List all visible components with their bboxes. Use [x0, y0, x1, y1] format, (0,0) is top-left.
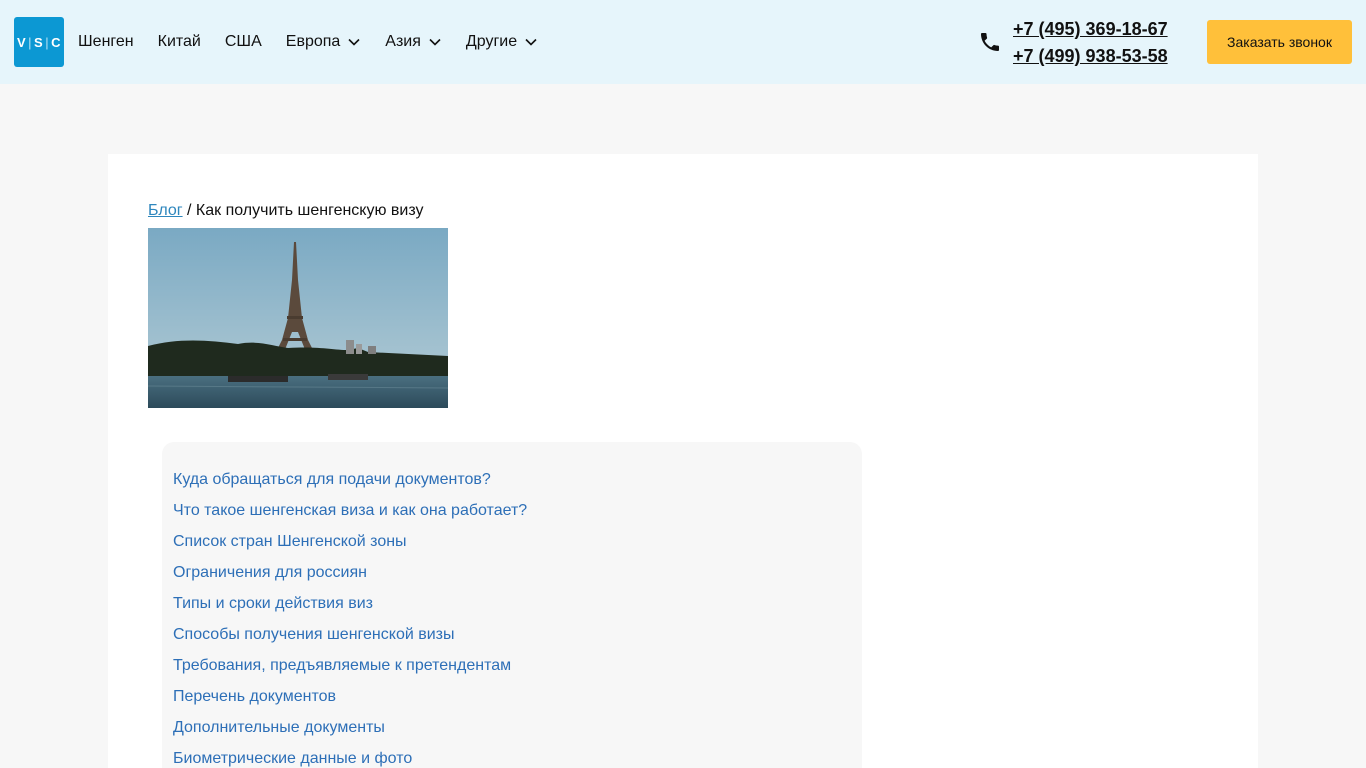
table-of-contents: Куда обращаться для подачи документов? Ч…: [162, 442, 862, 768]
nav-item-label: Европа: [285, 33, 341, 50]
breadcrumb: Блог / Как получить шенгенскую визу: [148, 202, 424, 220]
content-card: Блог / Как получить шенгенскую визу Куда…: [108, 154, 1258, 768]
logo-divider: |: [45, 34, 50, 50]
toc-item[interactable]: Список стран Шенгенской зоны: [173, 526, 862, 557]
logo-letter-v: V: [16, 34, 27, 50]
nav-item-asia[interactable]: Азия: [385, 33, 442, 51]
nav-item-label: США: [224, 33, 262, 50]
main-nav: Шенген Китай США Европа Азия Другие: [78, 0, 562, 84]
phone-numbers: +7 (495) 369-18-67 +7 (499) 938-53-58: [1013, 16, 1168, 70]
phone-link-1[interactable]: +7 (495) 369-18-67: [1013, 16, 1168, 43]
nav-item-label: Другие: [465, 33, 518, 50]
toc-item[interactable]: Перечень документов: [173, 681, 862, 712]
toc-item[interactable]: Способы получения шенгенской визы: [173, 619, 862, 650]
nav-item-label: Азия: [385, 33, 421, 50]
phone-icon: [981, 33, 999, 51]
chevron-down-icon: [429, 38, 441, 46]
toc-item[interactable]: Ограничения для россиян: [173, 557, 862, 588]
site-logo[interactable]: V | S | C: [14, 17, 64, 67]
toc-item[interactable]: Куда обращаться для подачи документов?: [173, 464, 862, 495]
phone-link-2[interactable]: +7 (499) 938-53-58: [1013, 43, 1168, 70]
nav-item-label: Китай: [157, 33, 201, 50]
breadcrumb-current: Как получить шенгенскую визу: [195, 202, 424, 219]
nav-item-other[interactable]: Другие: [466, 33, 538, 51]
breadcrumb-separator: /: [182, 202, 196, 219]
chevron-down-icon: [348, 38, 360, 46]
toc-item[interactable]: Требования, предъявляемые к претендентам: [173, 650, 862, 681]
toc-item[interactable]: Дополнительные документы: [173, 712, 862, 743]
logo-divider: |: [28, 34, 33, 50]
site-header: V | S | C Шенген Китай США Европа Азия Други…: [0, 0, 1366, 84]
nav-item-europe[interactable]: Европа: [286, 33, 362, 51]
nav-item-schengen[interactable]: Шенген: [78, 33, 134, 51]
logo-letter-s: S: [34, 34, 44, 50]
nav-item-china[interactable]: Китай: [158, 33, 201, 51]
callback-button[interactable]: Заказать звонок: [1207, 20, 1352, 64]
breadcrumb-blog-link[interactable]: Блог: [148, 202, 183, 219]
toc-item[interactable]: Биометрические данные и фото: [173, 743, 862, 768]
logo-letter-c: C: [51, 34, 61, 50]
toc-item[interactable]: Что такое шенгенская виза и как она рабо…: [173, 495, 862, 526]
toc-item[interactable]: Типы и сроки действия виз: [173, 588, 862, 619]
chevron-down-icon: [525, 38, 537, 46]
eiffel-tower-image: [148, 228, 448, 408]
nav-item-usa[interactable]: США: [225, 33, 262, 51]
nav-item-label: Шенген: [78, 33, 134, 50]
